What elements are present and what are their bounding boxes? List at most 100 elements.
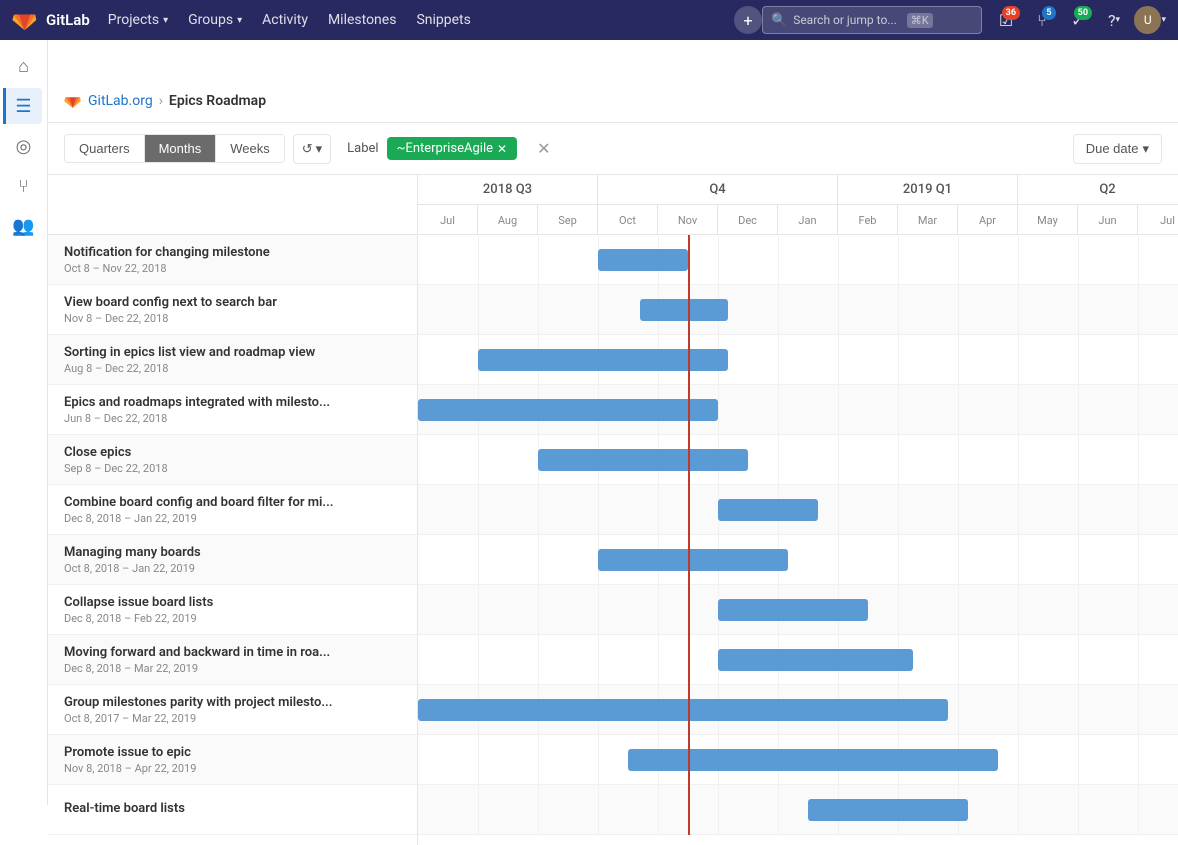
column-divider (958, 335, 959, 384)
epic-title[interactable]: Moving forward and backward in time in r… (64, 645, 401, 660)
sidebar-home[interactable]: ⌂ (6, 48, 42, 84)
epic-title[interactable]: Managing many boards (64, 545, 401, 560)
column-divider (898, 585, 899, 634)
nav-snippets[interactable]: Snippets (406, 0, 480, 40)
column-divider (1078, 435, 1079, 484)
nav-projects[interactable]: Projects ▾ (98, 0, 178, 40)
column-divider (778, 235, 779, 284)
breadcrumb-org[interactable]: GitLab.org (88, 93, 153, 109)
roadmap-container: Notification for changing milestone Oct 8… (48, 175, 1178, 845)
epic-title[interactable]: Collapse issue board lists (64, 595, 401, 610)
column-divider (1138, 485, 1139, 534)
sidebar-roadmap[interactable]: ☰ (3, 88, 42, 124)
column-divider (1018, 585, 1019, 634)
column-divider (658, 785, 659, 834)
gantt-row (418, 685, 1178, 735)
nav-groups[interactable]: Groups ▾ (178, 0, 252, 40)
nav-help-chevron: ▾ (1116, 15, 1121, 25)
due-date-chevron-icon: ▾ (1142, 141, 1149, 157)
sidebar-members[interactable]: 👥 (6, 208, 42, 244)
epic-bar[interactable] (418, 699, 948, 721)
epic-bar[interactable] (628, 749, 998, 771)
epic-bar[interactable] (538, 449, 748, 471)
epic-title[interactable]: Real-time board lists (64, 801, 401, 816)
epic-bar[interactable] (718, 499, 818, 521)
epic-dates: Oct 8 – Nov 22, 2018 (64, 262, 401, 275)
label-filter-label: Label (347, 141, 378, 156)
column-divider (478, 735, 479, 784)
nav-activity[interactable]: Activity (252, 0, 318, 40)
column-divider (838, 285, 839, 334)
epic-bar[interactable] (718, 649, 913, 671)
column-divider (1018, 335, 1019, 384)
btn-quarters[interactable]: Quarters (65, 135, 145, 162)
column-divider (898, 285, 899, 334)
column-divider (1018, 385, 1019, 434)
gantt-row (418, 485, 1178, 535)
nav-todo-button[interactable]: ☑ 36 (990, 4, 1022, 36)
nav-avatar-button[interactable]: U ▾ (1134, 4, 1166, 36)
epic-bar[interactable] (598, 249, 688, 271)
column-divider (898, 335, 899, 384)
epic-bar[interactable] (598, 549, 788, 571)
column-divider (898, 385, 899, 434)
avatar: U (1134, 6, 1161, 34)
btn-months[interactable]: Months (145, 135, 217, 162)
nav-issues-button[interactable]: ✓ 50 (1062, 4, 1094, 36)
search-icon: 🔍 (771, 13, 787, 28)
epic-dates: Sep 8 – Dec 22, 2018 (64, 462, 401, 475)
column-divider (958, 485, 959, 534)
gantt-row (418, 735, 1178, 785)
column-divider (478, 535, 479, 584)
epic-bar[interactable] (718, 599, 868, 621)
btn-weeks[interactable]: Weeks (216, 135, 284, 162)
sidebar-merge-requests[interactable]: ⑂ (6, 168, 42, 204)
epic-bar[interactable] (418, 399, 718, 421)
nav-logo[interactable]: GitLab (12, 7, 90, 33)
column-divider (1018, 635, 1019, 684)
epic-title[interactable]: Epics and roadmaps integrated with miles… (64, 395, 401, 410)
nav-milestones[interactable]: Milestones (318, 0, 407, 40)
epic-title[interactable]: Combine board config and board filter fo… (64, 495, 401, 510)
gantt-month-Nov: Nov (658, 205, 718, 235)
epic-title[interactable]: Promote issue to epic (64, 745, 401, 760)
epic-title[interactable]: Sorting in epics list view and roadmap v… (64, 345, 401, 360)
epic-title[interactable]: Close epics (64, 445, 401, 460)
epic-title[interactable]: Notification for changing milestone (64, 245, 401, 260)
column-divider (838, 435, 839, 484)
breadcrumb-fox-icon (64, 92, 82, 110)
column-divider (1078, 535, 1079, 584)
epic-bar[interactable] (808, 799, 968, 821)
nav-add-button[interactable]: + (734, 6, 762, 34)
column-divider (958, 685, 959, 734)
tag-close-button[interactable]: ✕ (497, 142, 507, 156)
filter-clear-button[interactable]: ✕ (529, 133, 558, 164)
epic-bar[interactable] (478, 349, 728, 371)
column-divider (1018, 735, 1019, 784)
column-divider (958, 385, 959, 434)
nav-mr-badge: 5 (1042, 6, 1056, 20)
column-divider (898, 485, 899, 534)
nav-search[interactable]: 🔍 Search or jump to... ⌘K (762, 6, 982, 34)
left-sidebar: ⌂ ☰ ◎ ⑂ 👥 (0, 40, 48, 805)
due-date-button[interactable]: Due date ▾ (1073, 134, 1162, 164)
gantt-month-Jul: Jul (1138, 205, 1178, 235)
epic-dates: Aug 8 – Dec 22, 2018 (64, 362, 401, 375)
column-divider (538, 785, 539, 834)
nav-mr-button[interactable]: ⑂ 5 (1026, 4, 1058, 36)
reset-button[interactable]: ↺ ▾ (293, 134, 331, 164)
roadmap-label-row: Managing many boardsOct 8, 2018 – Jan 22… (48, 535, 417, 585)
epic-bar[interactable] (640, 299, 728, 321)
column-divider (1138, 385, 1139, 434)
roadmap-gantt[interactable]: 2018 Q3Q42019 Q1Q2Q3 JulAugSepOctNovDecJ… (418, 175, 1178, 845)
epic-title[interactable]: View board config next to search bar (64, 295, 401, 310)
column-divider (598, 285, 599, 334)
sidebar-issues[interactable]: ◎ (6, 128, 42, 164)
gantt-month-May: May (1018, 205, 1078, 235)
epic-title[interactable]: Group milestones parity with project mil… (64, 695, 401, 710)
gantt-row (418, 285, 1178, 335)
gantt-month-Feb: Feb (838, 205, 898, 235)
gantt-row (418, 435, 1178, 485)
nav-help-button[interactable]: ? ▾ (1098, 4, 1130, 36)
gantt-row (418, 585, 1178, 635)
